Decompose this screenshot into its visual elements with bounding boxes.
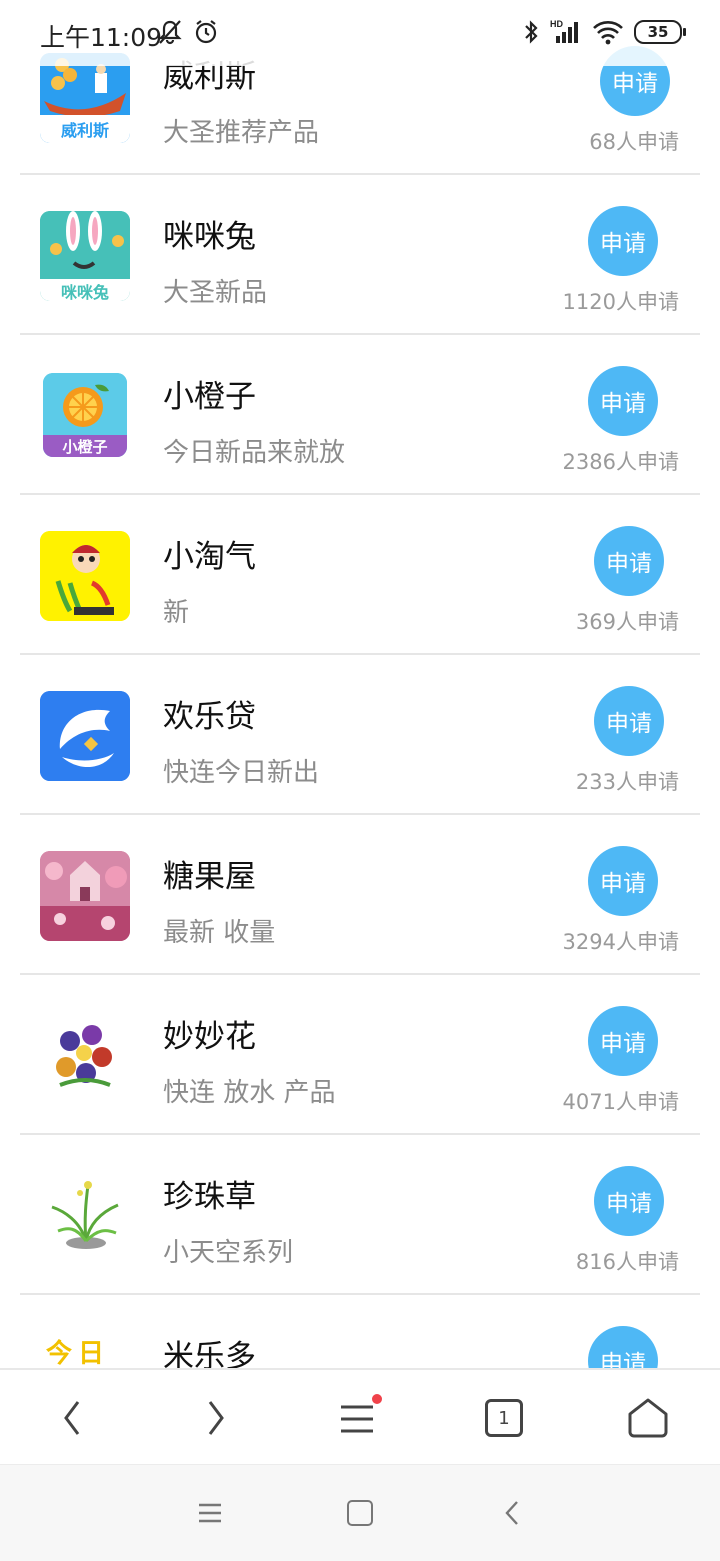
mimitu-logo: 咪咪兔 bbox=[40, 211, 130, 301]
signal-icon: HD bbox=[550, 19, 578, 43]
apply-count: 369人申请 bbox=[575, 610, 679, 634]
browser-toolbar: 1 bbox=[0, 1368, 720, 1466]
status-icons-left bbox=[156, 18, 220, 46]
mimitu-logo-text: 咪咪兔 bbox=[60, 283, 109, 301]
item-name: 小淘气 bbox=[163, 539, 256, 575]
product-list: 威利斯 威利斯 大圣推荐产品 申请 68人申请 咪咪兔 咪咪兔 大圣新品 申请 bbox=[0, 0, 720, 1368]
item-desc: 新 bbox=[163, 598, 190, 628]
home-icon bbox=[628, 1398, 668, 1438]
candy-house-icon bbox=[40, 851, 130, 941]
status-bar: 上午11:09 HD 35 bbox=[0, 0, 720, 66]
back-button[interactable] bbox=[32, 1370, 112, 1466]
list-item[interactable]: 今日 米乐多 申请 bbox=[0, 1295, 720, 1368]
cartoon-kid-icon bbox=[40, 531, 130, 621]
huanledai-logo bbox=[40, 691, 130, 781]
miluoduo-logo: 今日 bbox=[40, 1331, 130, 1368]
apply-button[interactable]: 申请 bbox=[588, 1006, 658, 1076]
xiaochengzi-logo: 小橙子 bbox=[43, 373, 127, 457]
item-desc: 大圣新品 bbox=[163, 278, 268, 308]
apply-button[interactable]: 申请 bbox=[588, 1326, 658, 1368]
svg-text:HD: HD bbox=[550, 19, 563, 29]
item-desc: 今日新品来就放 bbox=[163, 438, 346, 468]
square-icon bbox=[347, 1500, 373, 1526]
back-system-button[interactable] bbox=[472, 1465, 552, 1561]
recents-icon bbox=[199, 1503, 221, 1523]
item-desc: 快连 放水 产品 bbox=[163, 1078, 336, 1108]
item-desc: 快连今日新出 bbox=[163, 758, 320, 788]
item-name: 小橙子 bbox=[163, 379, 256, 415]
apply-count: 233人申请 bbox=[575, 770, 679, 794]
chevron-left-icon bbox=[64, 1401, 80, 1435]
status-icons-right: HD 35 bbox=[522, 18, 686, 46]
list-item[interactable]: 小淘气 新 申请 369人申请 bbox=[0, 495, 720, 655]
item-name: 妙妙花 bbox=[163, 1019, 256, 1055]
dolphin-icon bbox=[40, 691, 130, 781]
item-name: 咪咪兔 bbox=[163, 219, 256, 255]
system-navigation-bar bbox=[0, 1464, 720, 1561]
item-name: 珍珠草 bbox=[163, 1179, 256, 1215]
back-arrow-icon bbox=[505, 1501, 518, 1525]
apply-button[interactable]: 申请 bbox=[588, 846, 658, 916]
zhenzhucao-logo bbox=[40, 1171, 130, 1261]
status-time: 上午11:09 bbox=[40, 23, 163, 52]
list-item[interactable]: 咪咪兔 咪咪兔 大圣新品 申请 1120人申请 bbox=[0, 175, 720, 335]
notification-dot bbox=[372, 1394, 382, 1404]
home-system-button[interactable] bbox=[320, 1465, 400, 1561]
apply-count: 3294人申请 bbox=[562, 930, 679, 954]
item-name: 糖果屋 bbox=[163, 859, 256, 895]
apply-count: 68人申请 bbox=[589, 130, 679, 154]
item-desc: 大圣推荐产品 bbox=[163, 118, 320, 148]
battery-indicator: 35 bbox=[634, 20, 686, 44]
xiaotaoqi-logo bbox=[40, 531, 130, 621]
item-name: 欢乐贷 bbox=[163, 699, 256, 735]
apply-button[interactable]: 申请 bbox=[588, 366, 658, 436]
apply-count: 4071人申请 bbox=[562, 1090, 679, 1114]
menu-button[interactable] bbox=[320, 1370, 400, 1466]
apply-button[interactable]: 申请 bbox=[594, 526, 664, 596]
item-name: 米乐多 bbox=[163, 1339, 256, 1368]
weilisi-logo-text: 威利斯 bbox=[60, 121, 109, 140]
list-item[interactable]: 欢乐贷 快连今日新出 申请 233人申请 bbox=[0, 655, 720, 815]
tabs-button[interactable]: 1 bbox=[464, 1370, 544, 1466]
wifi-icon bbox=[593, 21, 623, 45]
home-button[interactable] bbox=[608, 1370, 688, 1466]
apply-button[interactable]: 申请 bbox=[594, 686, 664, 756]
miluoduo-logo-text: 今日 bbox=[46, 1339, 111, 1368]
alarm-icon bbox=[195, 20, 217, 44]
bell-off-icon bbox=[158, 20, 182, 45]
apply-count: 1120人申请 bbox=[562, 290, 679, 314]
list-item[interactable]: 妙妙花 快连 放水 产品 申请 4071人申请 bbox=[0, 975, 720, 1135]
flower-icon bbox=[40, 1011, 130, 1101]
bluetooth-icon bbox=[525, 20, 538, 44]
weilisi-logo: 威利斯 bbox=[40, 53, 130, 143]
item-desc: 小天空系列 bbox=[163, 1238, 294, 1268]
tabs-icon: 1 bbox=[485, 1399, 523, 1437]
menu-icon bbox=[341, 1394, 382, 1433]
chevron-right-icon bbox=[208, 1401, 224, 1435]
apply-button[interactable]: 申请 bbox=[594, 1166, 664, 1236]
recents-button[interactable] bbox=[170, 1465, 250, 1561]
apply-button[interactable]: 申请 bbox=[588, 206, 658, 276]
forward-button[interactable] bbox=[176, 1370, 256, 1466]
xiaochengzi-logo-text: 小橙子 bbox=[62, 438, 108, 456]
apply-count: 2386人申请 bbox=[562, 450, 679, 474]
plant-icon bbox=[40, 1171, 130, 1261]
tab-count: 1 bbox=[498, 1407, 510, 1429]
list-item[interactable]: 糖果屋 最新 收量 申请 3294人申请 bbox=[0, 815, 720, 975]
list-item[interactable]: 珍珠草 小天空系列 申请 816人申请 bbox=[0, 1135, 720, 1295]
tangguowu-logo bbox=[40, 851, 130, 941]
apply-count: 816人申请 bbox=[575, 1250, 679, 1274]
item-desc: 最新 收量 bbox=[163, 918, 276, 948]
list-item[interactable]: 小橙子 小橙子 今日新品来就放 申请 2386人申请 bbox=[0, 335, 720, 495]
miaomiaohua-logo bbox=[40, 1011, 130, 1101]
